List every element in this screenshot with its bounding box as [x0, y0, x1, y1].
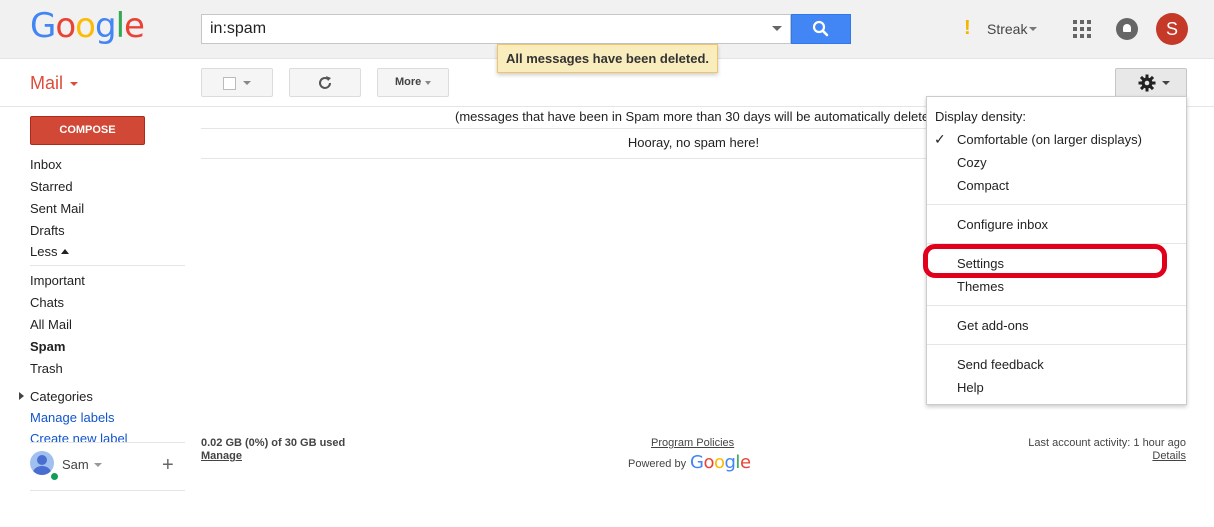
google-logo[interactable]: Google [30, 6, 145, 46]
sidebar-item-spam[interactable]: Spam [30, 339, 65, 354]
streak-alert-icon[interactable]: ! [964, 17, 971, 40]
menu-item-configure-inbox[interactable]: Configure inbox [957, 217, 1048, 232]
notifications-bell-icon[interactable] [1116, 18, 1138, 40]
google-footer-logo: Google [690, 452, 751, 473]
sidebar-item-inbox[interactable]: Inbox [30, 157, 62, 172]
sidebar-item-starred[interactable]: Starred [30, 179, 73, 194]
menu-item-cozy[interactable]: Cozy [957, 155, 987, 170]
menu-item-help[interactable]: Help [957, 380, 984, 395]
add-contact-icon[interactable]: + [162, 454, 174, 477]
storage-usage: 0.02 GB (0%) of 30 GB used [201, 437, 346, 449]
sidebar-divider [30, 265, 185, 266]
expand-arrow-icon[interactable] [19, 392, 24, 400]
menu-divider [927, 204, 1186, 205]
refresh-button[interactable] [289, 68, 361, 97]
chevron-down-icon [425, 81, 431, 85]
sidebar-item-sent-mail[interactable]: Sent Mail [30, 201, 84, 216]
sidebar-item-less[interactable]: Less [30, 244, 57, 259]
chevron-up-icon [61, 249, 69, 254]
activity-details-link[interactable]: Details [1152, 450, 1186, 462]
search-input[interactable] [202, 15, 762, 43]
toast-notification: All messages have been deleted. [497, 44, 718, 73]
manage-storage-link[interactable]: Manage [201, 450, 242, 462]
checkbox-icon [223, 77, 236, 90]
last-account-activity: Last account activity: 1 hour ago [1028, 437, 1186, 449]
checkmark-icon: ✓ [934, 131, 946, 147]
settings-dropdown-menu: Display density: ✓ Comfortable (on large… [923, 96, 1187, 405]
hangouts-user-name[interactable]: Sam [62, 457, 89, 472]
powered-by-label: Powered by [628, 458, 687, 470]
manage-labels-link[interactable]: Manage labels [30, 410, 115, 425]
display-density-header: Display density: [935, 109, 1027, 124]
sidebar-divider [30, 442, 185, 443]
sidebar-item-important[interactable]: Important [30, 273, 85, 288]
chevron-down-icon [70, 82, 78, 86]
settings-gear-button[interactable] [1115, 68, 1187, 97]
create-new-label-link[interactable]: Create new label [30, 431, 128, 442]
streak-menu[interactable]: Streak [987, 21, 1027, 37]
chevron-down-icon [1162, 81, 1170, 85]
settings-highlight-annotation [923, 244, 1167, 278]
search-box [201, 14, 791, 44]
menu-item-compact[interactable]: Compact [957, 178, 1009, 193]
sidebar-item-chats[interactable]: Chats [30, 295, 64, 310]
online-status-icon [49, 471, 60, 482]
compose-button[interactable]: COMPOSE [30, 116, 145, 145]
menu-item-themes[interactable]: Themes [957, 279, 1004, 294]
program-policies-link[interactable]: Program Policies [651, 437, 734, 449]
more-actions-button[interactable]: More [377, 68, 449, 97]
mail-switcher[interactable]: Mail [30, 73, 63, 94]
search-options-caret-icon[interactable] [772, 26, 782, 31]
menu-item-get-addons[interactable]: Get add-ons [957, 318, 1029, 333]
sidebar-item-trash[interactable]: Trash [30, 361, 63, 376]
apps-grid-icon[interactable] [1073, 20, 1091, 38]
sidebar-divider [30, 490, 185, 491]
sidebar-item-drafts[interactable]: Drafts [30, 223, 65, 238]
menu-divider [927, 344, 1186, 345]
search-icon [812, 20, 829, 37]
menu-divider [927, 305, 1186, 306]
search-button[interactable] [791, 14, 851, 44]
menu-item-send-feedback[interactable]: Send feedback [957, 357, 1044, 372]
gear-icon [1138, 74, 1156, 92]
account-avatar[interactable]: S [1156, 13, 1188, 45]
more-label: More [395, 76, 422, 88]
sidebar-item-categories[interactable]: Categories [30, 389, 93, 404]
chevron-down-icon [1029, 27, 1037, 31]
spam-note-text: (messages that have been in Spam more th… [455, 109, 941, 124]
chevron-down-icon[interactable] [94, 463, 102, 467]
menu-item-comfortable[interactable]: Comfortable (on larger displays) [957, 132, 1142, 147]
select-all-button[interactable] [201, 68, 273, 97]
sidebar-item-all-mail[interactable]: All Mail [30, 317, 72, 332]
chevron-down-icon [243, 81, 251, 85]
refresh-icon [319, 76, 331, 89]
